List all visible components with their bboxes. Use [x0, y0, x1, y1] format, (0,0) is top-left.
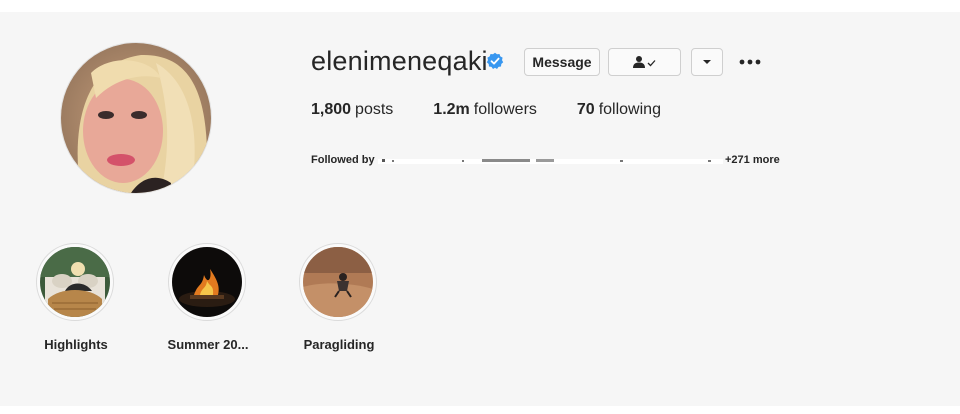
- profile-username: elenimeneqaki: [311, 46, 488, 76]
- followed-by-more-count[interactable]: +271 more: [725, 154, 780, 166]
- highlight-thumbnail: [40, 247, 110, 317]
- posts-count: 1,800: [311, 101, 352, 118]
- bottom-strip: [0, 406, 960, 414]
- posts-label: posts: [355, 101, 394, 118]
- highlight-item[interactable]: Highlights: [36, 243, 116, 352]
- suggested-dropdown-button[interactable]: [691, 48, 723, 76]
- person-check-icon: [632, 56, 655, 68]
- highlight-item[interactable]: Summer 20...: [168, 243, 248, 352]
- following-count: 70: [576, 101, 595, 118]
- woman-on-couch-image: [40, 247, 110, 317]
- followed-by-label: Followed by: [311, 154, 375, 166]
- profile-stats: 1,800 posts 1.2m followers 70 following: [311, 101, 701, 119]
- following-button[interactable]: [608, 48, 681, 76]
- highlight-ring: [36, 243, 114, 321]
- highlight-item[interactable]: Paragliding: [299, 243, 379, 352]
- posts-stat: 1,800 posts: [311, 101, 393, 119]
- followed-by-text[interactable]: Followed by: [311, 154, 375, 166]
- paragliding-landscape-image: [303, 247, 373, 317]
- campfire-night-image: [172, 247, 242, 317]
- following-label: following: [598, 101, 661, 118]
- highlight-thumbnail: [303, 247, 373, 317]
- profile-page: elenimeneqaki Message 1,800 posts 1.2m fol…: [0, 0, 960, 414]
- redacted-usernames: [378, 159, 723, 164]
- more-dots-icon[interactable]: [738, 52, 762, 72]
- followers-label: followers: [473, 101, 537, 118]
- followers-stat[interactable]: 1.2m followers: [433, 101, 537, 119]
- top-strip: [0, 0, 960, 12]
- highlight-ring: [299, 243, 377, 321]
- following-stat[interactable]: 70 following: [577, 101, 661, 119]
- highlight-thumbnail: [172, 247, 242, 317]
- verified-badge-icon: [486, 52, 504, 69]
- highlight-label: Paragliding: [303, 337, 375, 352]
- followers-count: 1.2m: [433, 101, 470, 118]
- profile-avatar[interactable]: [60, 42, 212, 194]
- chevron-down-icon: [703, 60, 711, 64]
- highlight-label: Summer 20...: [167, 337, 249, 352]
- avatar-photo: [61, 43, 211, 193]
- highlight-ring: [168, 243, 246, 321]
- message-button[interactable]: Message: [524, 48, 600, 76]
- highlight-label: Highlights: [44, 337, 108, 352]
